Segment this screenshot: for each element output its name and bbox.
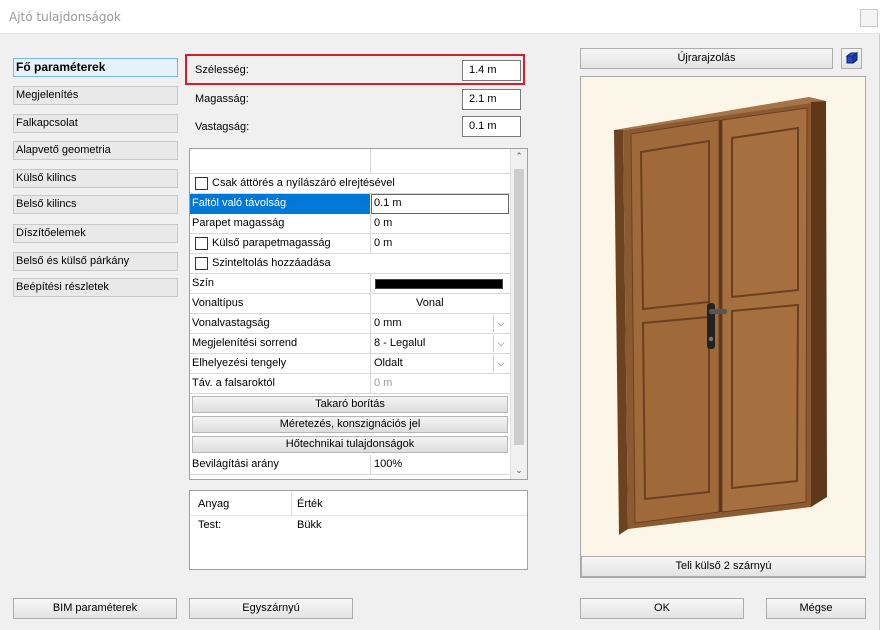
thickness-input[interactable]: 0.1 m: [462, 116, 521, 137]
ok-button[interactable]: OK: [580, 598, 744, 619]
grid-scrollbar[interactable]: ⌃ ⌄: [510, 149, 527, 479]
grid-row-megjelenitesi-sorrend[interactable]: Megjelenítési sorrend 8 - Legalul ⌵: [190, 334, 510, 354]
section-meretezes[interactable]: Méretezés, konszignációs jel: [192, 416, 508, 433]
materials-table: Anyag Érték Test: Bükk: [189, 490, 528, 570]
redraw-button[interactable]: Újrarajzolás: [580, 48, 833, 69]
height-label: Magasság:: [195, 93, 249, 105]
property-grid: Csak áttörés a nyílászáró elrejtésével F…: [189, 148, 528, 480]
section-takaro-boritas[interactable]: Takaró borítás: [192, 396, 508, 413]
single-leaf-button[interactable]: Egyszárnyú: [189, 598, 353, 619]
grid-row-bevilagitasi-arany[interactable]: Bevilágítási arány 100%: [190, 455, 510, 475]
window-title: Ajtó tulajdonságok: [9, 10, 121, 24]
sidebar-item-megjelenites[interactable]: Megjelenítés: [13, 86, 178, 105]
view-3d-button[interactable]: [841, 48, 862, 69]
chevron-down-icon[interactable]: ⌄: [511, 463, 527, 479]
cancel-button[interactable]: Mégse: [766, 598, 866, 619]
section-hotechnikai[interactable]: Hőtechnikai tulajdonságok: [192, 436, 508, 453]
title-bar: Ajtó tulajdonságok: [0, 0, 880, 34]
grid-row-elhelyezesi-tengely[interactable]: Elhelyezési tengely Oldalt ⌵: [190, 354, 510, 374]
chevron-down-icon[interactable]: ⌵: [493, 335, 508, 352]
grid-row-csak-attores[interactable]: Csak áttörés a nyílászáró elrejtésével: [190, 174, 510, 194]
scroll-thumb[interactable]: [514, 169, 524, 445]
checkbox[interactable]: [195, 257, 208, 270]
chevron-up-icon[interactable]: ⌃: [511, 149, 527, 165]
grid-row-szinteltolas[interactable]: Szinteltolás hozzáadása: [190, 254, 510, 274]
width-input[interactable]: 1.4 m: [462, 60, 521, 81]
grid-row-kulso-parapetmagassag[interactable]: Külső parapetmagasság 0 m: [190, 234, 510, 254]
grid-row-vonalvastagsag[interactable]: Vonalvastagság 0 mm ⌵: [190, 314, 510, 334]
grid-row-szin[interactable]: Szín: [190, 274, 510, 294]
color-swatch[interactable]: [375, 279, 503, 289]
grid-row-parapet-magassag[interactable]: Parapet magasság 0 m: [190, 214, 510, 234]
grid-header-row: [190, 149, 510, 174]
cube-icon: [845, 52, 859, 64]
height-input[interactable]: 2.1 m: [462, 89, 521, 110]
sidebar-item-alapveto-geometria[interactable]: Alapvető geometria: [13, 141, 178, 160]
material-name[interactable]: Test:: [198, 519, 221, 531]
material-value[interactable]: Bükk: [297, 519, 321, 531]
sidebar-item-kulso-kilincs[interactable]: Külső kilincs: [13, 169, 178, 188]
sidebar-item-parkany[interactable]: Belső és külső párkány: [13, 252, 178, 271]
dialog-body: Fő paraméterek Megjelenítés Falkapcsolat…: [0, 34, 880, 630]
bim-parameters-button[interactable]: BIM paraméterek: [13, 598, 177, 619]
door-illustration: [614, 97, 827, 535]
grid-row-tav-a-falsaroktol: Táv. a falsaroktól 0 m: [190, 374, 510, 394]
grid-row-vonaltipus[interactable]: Vonaltípus Vonal: [190, 294, 510, 314]
sidebar-item-beepitesi-reszletek[interactable]: Beépítési részletek: [13, 278, 178, 297]
sidebar-item-fo-parameterek[interactable]: Fő paraméterek: [13, 58, 178, 77]
header-divider: [190, 515, 527, 516]
sidebar-item-diszitoelemek[interactable]: Díszítőelemek: [13, 224, 178, 243]
chevron-down-icon[interactable]: ⌵: [493, 315, 508, 332]
door-type-button[interactable]: Teli külső 2 szárnyú: [581, 556, 866, 577]
col-ertek: Érték: [297, 498, 323, 510]
width-label: Szélesség:: [195, 64, 249, 76]
col-anyag: Anyag: [198, 498, 230, 510]
close-button[interactable]: [860, 9, 878, 27]
checkbox[interactable]: [195, 177, 208, 190]
grid-row-faltol-valo-tavolsag[interactable]: Faltól való távolság 0.1 m: [190, 194, 510, 214]
col-divider: [291, 491, 292, 515]
thickness-label: Vastagság:: [195, 121, 250, 133]
sidebar-item-falkapcsolat[interactable]: Falkapcsolat: [13, 114, 178, 133]
chevron-down-icon[interactable]: ⌵: [493, 355, 508, 372]
door-preview: [580, 76, 866, 578]
sidebar-item-belso-kilincs[interactable]: Belső kilincs: [13, 195, 178, 214]
checkbox[interactable]: [195, 237, 208, 250]
